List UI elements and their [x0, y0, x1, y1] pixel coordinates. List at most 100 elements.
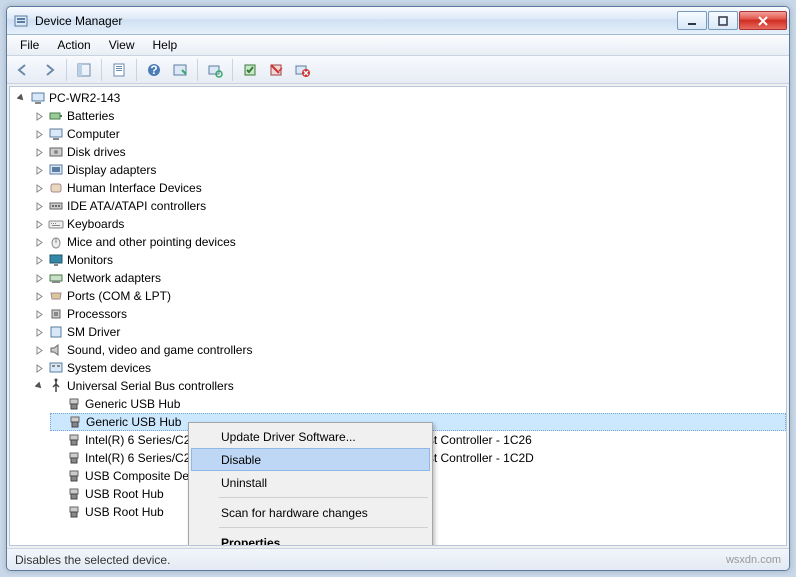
disable-button[interactable]	[264, 58, 288, 82]
tree-label: Human Interface Devices	[67, 181, 202, 195]
category-icon	[48, 342, 64, 358]
scan-hardware-button[interactable]	[203, 58, 227, 82]
tree-label: Batteries	[67, 109, 114, 123]
ctx-uninstall[interactable]: Uninstall	[191, 471, 430, 494]
collapse-icon[interactable]	[34, 377, 45, 395]
ctx-label: Scan for hardware changes	[221, 506, 368, 520]
device-tree-panel: PC-WR2-143 Batteries Computer Disk drives D…	[9, 86, 787, 546]
back-button[interactable]	[11, 58, 35, 82]
toolbar-separator	[101, 59, 102, 81]
category-icon	[48, 126, 64, 142]
tree-label: Generic USB Hub	[85, 397, 180, 411]
expand-icon[interactable]	[34, 359, 45, 377]
expand-icon[interactable]	[34, 323, 45, 341]
expander-empty	[53, 413, 64, 431]
expand-icon[interactable]	[34, 287, 45, 305]
tree-label: Network adapters	[67, 271, 161, 285]
properties-button[interactable]	[107, 58, 131, 82]
tree-row[interactable]: Display adapters	[32, 161, 786, 179]
expand-icon[interactable]	[34, 233, 45, 251]
tree-row-usb-device[interactable]: Generic USB Hub	[50, 395, 786, 413]
titlebar: Device Manager	[7, 7, 789, 35]
enable-button[interactable]	[238, 58, 262, 82]
tree-label: Disk drives	[67, 145, 126, 159]
menu-action[interactable]: Action	[48, 36, 99, 54]
tree-row[interactable]: Mice and other pointing devices	[32, 233, 786, 251]
tree-row[interactable]: Processors	[32, 305, 786, 323]
tree-label: PC-WR2-143	[49, 91, 120, 105]
expander-empty	[52, 467, 63, 485]
ctx-update-driver[interactable]: Update Driver Software...	[191, 425, 430, 448]
expander-empty	[52, 431, 63, 449]
expand-icon[interactable]	[34, 161, 45, 179]
expand-icon[interactable]	[34, 143, 45, 161]
show-hide-tree-button[interactable]	[72, 58, 96, 82]
action-button[interactable]	[168, 58, 192, 82]
tree-row-computer[interactable]: PC-WR2-143	[14, 89, 786, 107]
expand-icon[interactable]	[34, 215, 45, 233]
tree-row-usb-controllers[interactable]: Universal Serial Bus controllers	[32, 377, 786, 395]
usb-device-icon	[66, 396, 82, 412]
tree-row[interactable]: Sound, video and game controllers	[32, 341, 786, 359]
tree-label: IDE ATA/ATAPI controllers	[67, 199, 206, 213]
categories: Batteries Computer Disk drives Display adap…	[14, 107, 786, 377]
menu-view[interactable]: View	[100, 36, 144, 54]
tree-row[interactable]: Batteries	[32, 107, 786, 125]
tree-row[interactable]: Network adapters	[32, 269, 786, 287]
category-icon	[48, 324, 64, 340]
tree-label: Monitors	[67, 253, 113, 267]
usb-device-icon	[66, 504, 82, 520]
tree-row[interactable]: System devices	[32, 359, 786, 377]
tree-label: Keyboards	[67, 217, 124, 231]
ctx-disable[interactable]: Disable	[191, 448, 430, 471]
tree-row[interactable]: Monitors	[32, 251, 786, 269]
category-icon	[48, 144, 64, 160]
toolbar-separator	[136, 59, 137, 81]
expand-icon[interactable]	[34, 269, 45, 287]
tree-row[interactable]: Disk drives	[32, 143, 786, 161]
window-title: Device Manager	[35, 14, 676, 28]
expand-icon[interactable]	[34, 107, 45, 125]
app-icon	[13, 13, 29, 29]
tree-row[interactable]: SM Driver	[32, 323, 786, 341]
menu-file[interactable]: File	[11, 36, 48, 54]
tree-label: SM Driver	[67, 325, 120, 339]
ctx-separator	[219, 497, 428, 498]
ctx-scan-hardware[interactable]: Scan for hardware changes	[191, 501, 430, 524]
tree-label: Sound, video and game controllers	[67, 343, 252, 357]
svg-text:?: ?	[150, 63, 157, 77]
expand-icon[interactable]	[34, 179, 45, 197]
tree-row[interactable]: Ports (COM & LPT)	[32, 287, 786, 305]
usb-device-icon	[66, 486, 82, 502]
forward-button[interactable]	[37, 58, 61, 82]
watermark: wsxdn.com	[726, 554, 781, 566]
tree-row[interactable]: Human Interface Devices	[32, 179, 786, 197]
tree-label: USB Root Hub	[85, 487, 164, 501]
expand-icon[interactable]	[34, 341, 45, 359]
expander-empty	[52, 485, 63, 503]
category-icon	[48, 108, 64, 124]
menu-help[interactable]: Help	[144, 36, 187, 54]
tree-label: Display adapters	[67, 163, 156, 177]
tree-row[interactable]: IDE ATA/ATAPI controllers	[32, 197, 786, 215]
tree-row[interactable]: Keyboards	[32, 215, 786, 233]
ctx-separator	[219, 527, 428, 528]
help-button[interactable]: ?	[142, 58, 166, 82]
usb-device-icon	[66, 450, 82, 466]
device-manager-window: Device Manager File Action View Help ?	[6, 6, 790, 571]
ctx-properties[interactable]: Properties	[191, 531, 430, 546]
close-button[interactable]	[739, 11, 787, 30]
expand-icon[interactable]	[34, 305, 45, 323]
collapse-icon[interactable]	[16, 89, 27, 107]
maximize-button[interactable]	[708, 11, 738, 30]
expand-icon[interactable]	[34, 251, 45, 269]
toolbar-separator	[66, 59, 67, 81]
expand-icon[interactable]	[34, 197, 45, 215]
tree-row[interactable]: Computer	[32, 125, 786, 143]
usb-device-icon	[66, 432, 82, 448]
statusbar: Disables the selected device. wsxdn.com	[7, 548, 789, 570]
uninstall-button[interactable]	[290, 58, 314, 82]
minimize-button[interactable]	[677, 11, 707, 30]
ctx-label: Properties	[221, 536, 280, 547]
expand-icon[interactable]	[34, 125, 45, 143]
